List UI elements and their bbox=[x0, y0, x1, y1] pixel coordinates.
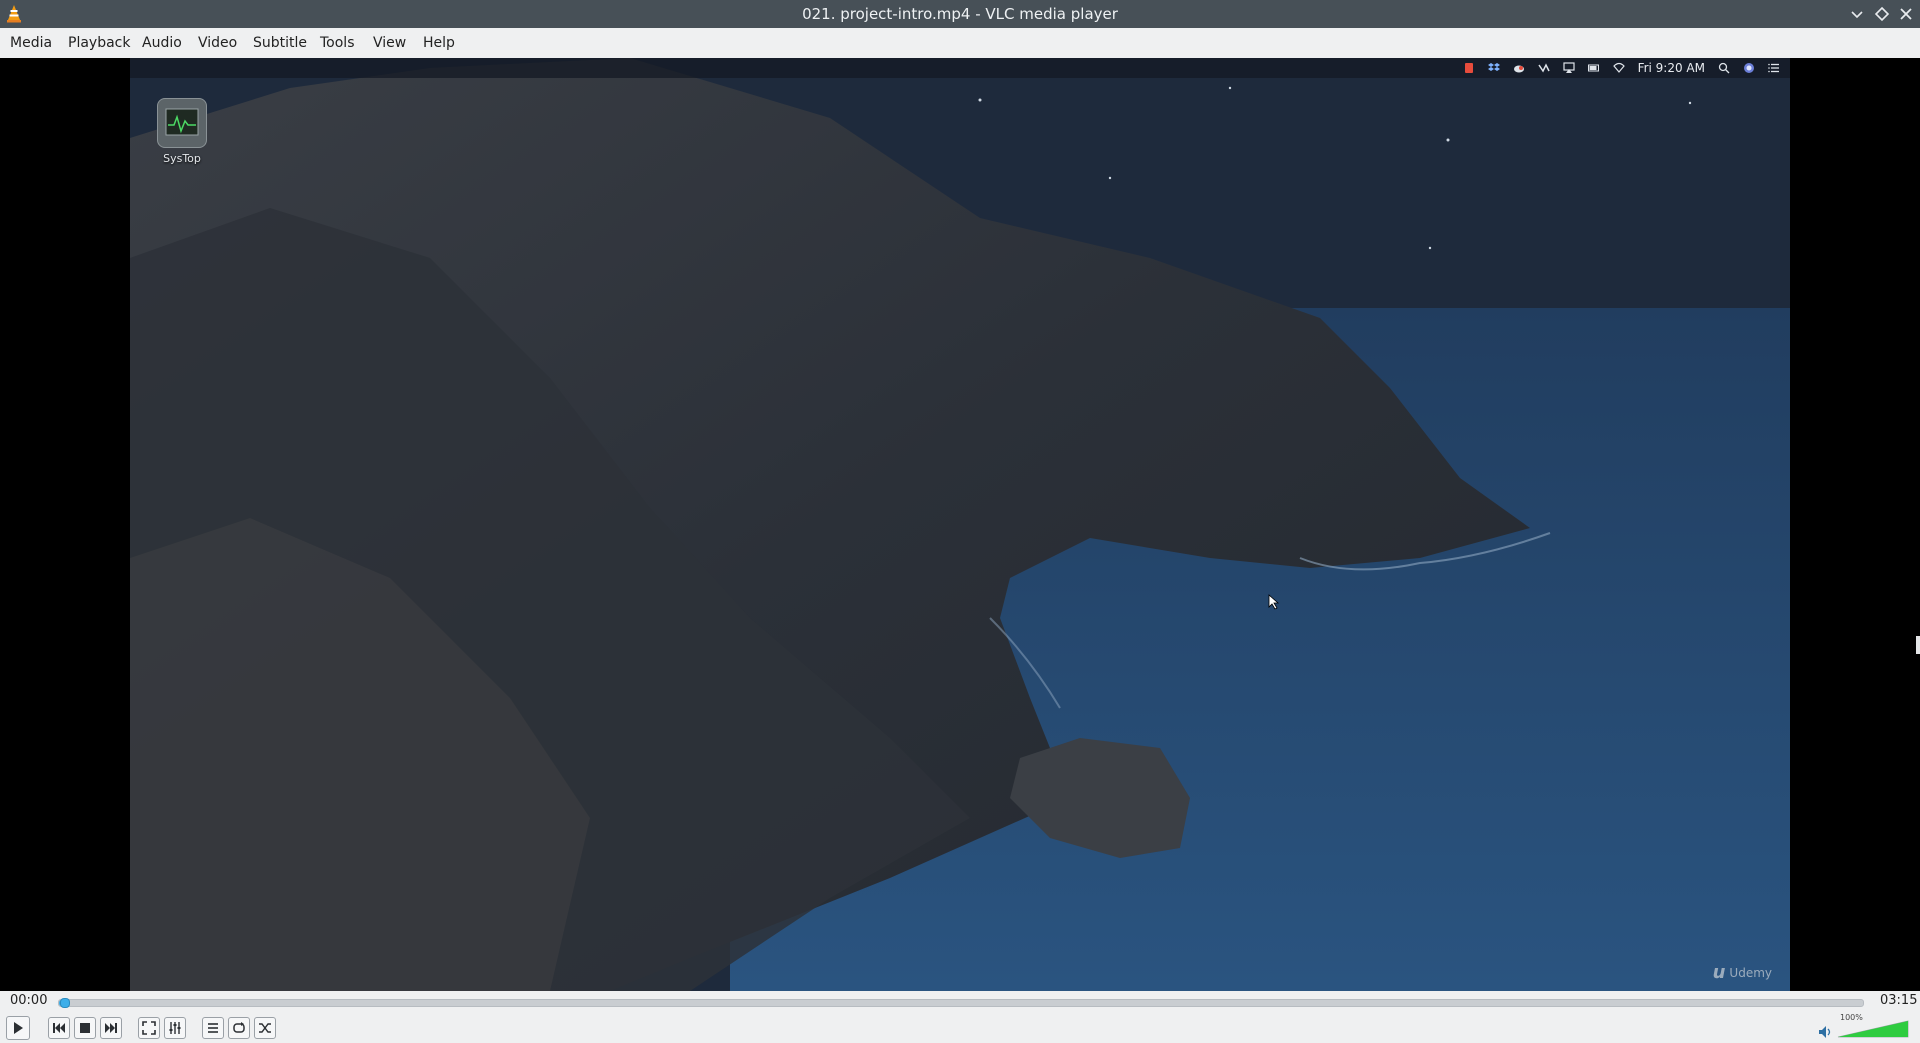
dropbox-icon bbox=[1487, 63, 1500, 71]
menu-audio[interactable]: Audio bbox=[140, 28, 184, 58]
airplay-icon bbox=[1562, 62, 1575, 73]
playlist-resize-handle[interactable] bbox=[1916, 636, 1920, 654]
menu-bar: Media Playback Audio Video Subtitle Tool… bbox=[0, 28, 1920, 59]
siri-icon bbox=[1744, 63, 1754, 73]
window-title: 021. project-intro.mp4 - VLC media playe… bbox=[802, 5, 1118, 23]
previous-button[interactable] bbox=[48, 1017, 70, 1039]
stop-icon bbox=[80, 1023, 90, 1033]
playlist-button[interactable] bbox=[202, 1017, 224, 1039]
playlist-icon bbox=[208, 1023, 218, 1033]
activity-monitor-icon bbox=[157, 98, 207, 148]
menu-video[interactable]: Video bbox=[196, 28, 239, 58]
volume-slider[interactable]: 100% bbox=[1834, 1013, 1912, 1041]
previous-icon bbox=[53, 1023, 65, 1033]
menu-help[interactable]: Help bbox=[421, 28, 457, 58]
menu-tools[interactable]: Tools bbox=[318, 28, 357, 58]
stop-button[interactable] bbox=[74, 1017, 96, 1039]
spotlight-search-icon bbox=[1718, 62, 1730, 74]
mac-clock: Fri 9:20 AM bbox=[1637, 61, 1705, 75]
next-icon bbox=[105, 1023, 117, 1033]
seek-slider[interactable] bbox=[58, 998, 1864, 1008]
watermark-text: Udemy bbox=[1729, 965, 1772, 980]
equalizer-icon bbox=[169, 1022, 181, 1034]
fullscreen-icon bbox=[142, 1021, 156, 1035]
fullscreen-button[interactable] bbox=[138, 1017, 160, 1039]
next-button[interactable] bbox=[100, 1017, 122, 1039]
mac-status-area: Fri 9:20 AM bbox=[1463, 58, 1780, 78]
volume-speaker-icon[interactable] bbox=[1818, 1025, 1834, 1039]
loop-button[interactable] bbox=[228, 1017, 250, 1039]
seek-handle[interactable] bbox=[60, 998, 71, 1008]
menu-subtitle[interactable]: Subtitle bbox=[251, 28, 309, 58]
maximize-icon[interactable] bbox=[1873, 5, 1891, 23]
total-time[interactable]: 03:15 bbox=[1880, 992, 1917, 1010]
udemy-watermark: u Udemy bbox=[1713, 962, 1772, 983]
wifi-icon bbox=[1612, 62, 1625, 73]
shuffle-icon bbox=[259, 1023, 271, 1033]
desktop-icon-label: SysTop bbox=[163, 152, 201, 165]
landscape-image bbox=[130, 58, 1790, 991]
loop-icon bbox=[233, 1022, 245, 1033]
play-button[interactable] bbox=[6, 1016, 30, 1040]
notification-center-icon bbox=[1768, 63, 1779, 73]
mouse-cursor-icon bbox=[1268, 594, 1280, 610]
menu-media[interactable]: Media bbox=[8, 28, 54, 58]
desktop-icon-systop: SysTop bbox=[156, 98, 208, 165]
record-icon bbox=[1464, 63, 1473, 73]
menu-playback[interactable]: Playback bbox=[66, 28, 132, 58]
menu-view[interactable]: View bbox=[371, 28, 408, 58]
vpn-icon bbox=[1537, 63, 1550, 73]
battery-icon bbox=[1587, 64, 1599, 72]
video-area[interactable]: Fri 9:20 AM SysTop u Udemy bbox=[0, 58, 1920, 991]
extended-settings-button[interactable] bbox=[164, 1017, 186, 1039]
udemy-logo-icon: u bbox=[1712, 962, 1726, 983]
elapsed-time[interactable]: 00:00 bbox=[10, 992, 47, 1010]
cloud-icon bbox=[1513, 65, 1524, 73]
window-titlebar: 021. project-intro.mp4 - VLC media playe… bbox=[0, 0, 1920, 28]
control-bar: 00:00 03:15 100% bbox=[0, 991, 1920, 1043]
play-icon bbox=[14, 1022, 23, 1034]
video-frame: Fri 9:20 AM SysTop u Udemy bbox=[130, 58, 1790, 991]
shuffle-button[interactable] bbox=[254, 1017, 276, 1039]
close-icon[interactable] bbox=[1897, 5, 1915, 23]
captured-mac-menubar: Fri 9:20 AM bbox=[130, 58, 1790, 78]
minimize-icon[interactable] bbox=[1848, 5, 1866, 23]
